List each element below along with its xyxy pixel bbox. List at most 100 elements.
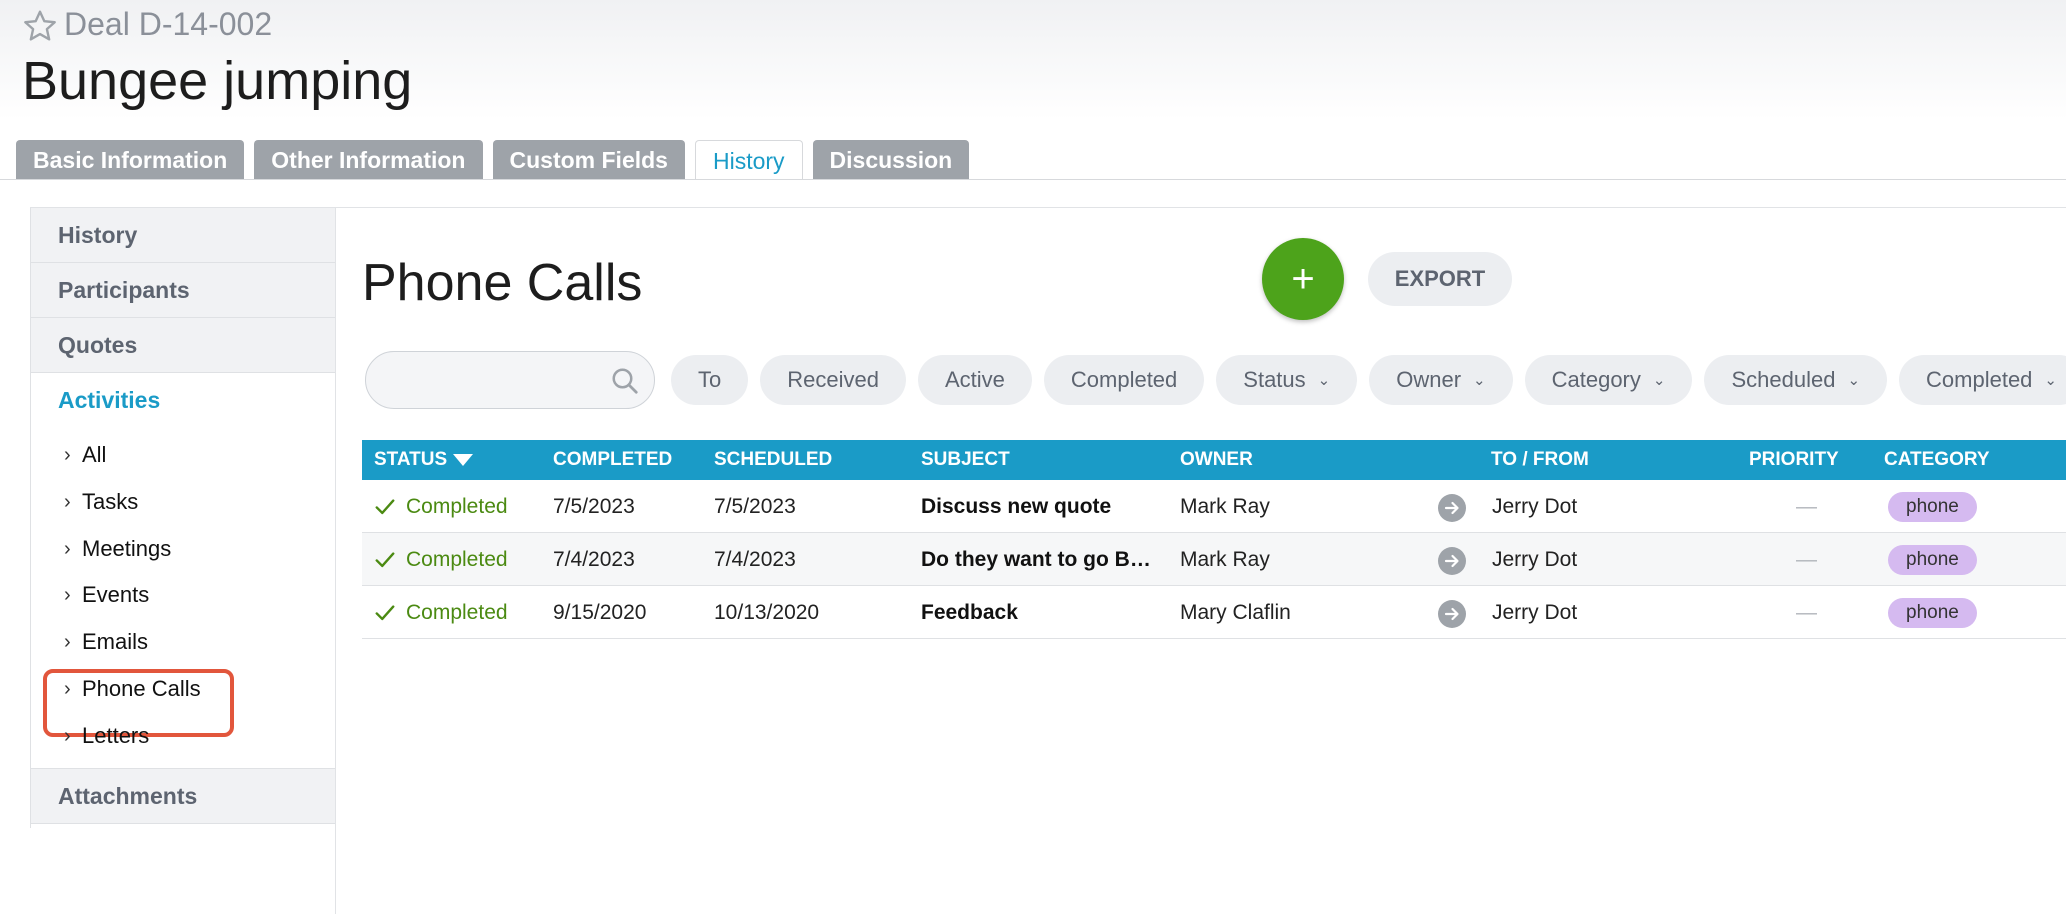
sub-item-tasks[interactable]: › Tasks — [31, 479, 336, 526]
owner-name: Mark Ray — [1180, 548, 1270, 571]
owner-name: Mark Ray — [1180, 495, 1270, 518]
sub-item-events[interactable]: › Events — [31, 572, 336, 619]
subject-link[interactable]: Do they want to go Bu… — [921, 533, 1151, 586]
filter-completed[interactable]: Completed — [1043, 355, 1205, 405]
status-cell: Completed — [374, 533, 508, 586]
tab-other-information[interactable]: Other Information — [254, 140, 483, 180]
search-input[interactable] — [365, 351, 655, 409]
status-text: Completed — [406, 548, 508, 571]
filter-completed-dropdown[interactable]: Completed ⌄ — [1899, 355, 2066, 405]
sub-item-label: Letters — [82, 722, 150, 748]
check-icon — [375, 605, 395, 621]
sidebar-item-history[interactable]: History — [31, 208, 336, 263]
filter-active[interactable]: Active — [917, 355, 1032, 405]
scheduled-date: 7/5/2023 — [714, 495, 796, 518]
chevron-down-icon: ⌄ — [1847, 372, 1861, 390]
sub-item-phone-calls[interactable]: › Phone Calls — [31, 666, 336, 737]
table-row[interactable]: Completed 9/15/2020 10/13/2020 Feedback … — [362, 586, 2066, 639]
chevron-right-icon: › — [64, 677, 71, 700]
sub-item-letters[interactable]: › Letters — [31, 713, 336, 760]
subject-link[interactable]: Discuss new quote — [921, 480, 1151, 533]
filter-owner-dropdown[interactable]: Owner ⌄ — [1369, 355, 1513, 405]
filter-received[interactable]: Received — [760, 355, 906, 405]
priority-value: — — [1796, 601, 1817, 624]
phone-calls-table: STATUS COMPLETED SCHEDULED SUBJECT OWNER… — [362, 440, 2066, 639]
filter-status-dropdown[interactable]: Status ⌄ — [1216, 355, 1358, 405]
column-header-status[interactable]: STATUS — [374, 440, 474, 480]
filter-label: Category — [1551, 367, 1641, 392]
to-from-name[interactable]: Jerry Dot — [1492, 480, 1577, 533]
sidebar-item-participants[interactable]: Participants — [31, 263, 336, 318]
sub-item-label: Events — [82, 582, 150, 608]
filter-label: Status — [1243, 367, 1306, 392]
column-header-owner[interactable]: OWNER — [1180, 440, 1253, 480]
sub-item-label: Phone Calls — [82, 675, 201, 701]
arrow-right-icon — [1438, 600, 1466, 628]
sub-item-meetings[interactable]: › Meetings — [31, 526, 336, 573]
status-cell: Completed — [374, 480, 508, 533]
check-icon — [375, 552, 395, 568]
to-from-name[interactable]: Jerry Dot — [1492, 586, 1577, 639]
status-text: Completed — [406, 495, 508, 518]
table-header: STATUS COMPLETED SCHEDULED SUBJECT OWNER… — [362, 440, 2066, 480]
filter-scheduled-dropdown[interactable]: Scheduled ⌄ — [1704, 355, 1888, 405]
sidebar-item-attachments[interactable]: Attachments — [31, 768, 336, 824]
sub-item-label: All — [82, 442, 107, 467]
tab-basic-information[interactable]: Basic Information — [16, 140, 245, 180]
check-icon — [375, 499, 395, 515]
chevron-right-icon: › — [64, 537, 71, 560]
scheduled-date: 10/13/2020 — [714, 601, 820, 624]
tab-discussion[interactable]: Discussion — [812, 140, 970, 180]
sub-item-label: Emails — [82, 629, 149, 655]
sidebar-item-activities[interactable]: Activities — [31, 373, 336, 428]
sidebar: History Participants Quotes Activities ›… — [30, 208, 336, 828]
chevron-right-icon: › — [64, 490, 71, 513]
column-header-to-from[interactable]: TO / FROM — [1491, 440, 1589, 480]
chevron-right-icon: › — [64, 444, 71, 466]
sub-item-emails[interactable]: › Emails — [31, 619, 336, 666]
arrow-right-icon — [1438, 494, 1466, 522]
subject-link[interactable]: Feedback — [921, 586, 1151, 639]
add-button[interactable]: + — [1262, 238, 1344, 320]
chevron-down-icon: ⌄ — [1473, 372, 1486, 390]
priority-value: — — [1796, 548, 1817, 571]
deal-id: Deal D-14-002 — [64, 6, 273, 42]
column-header-priority[interactable]: PRIORITY — [1749, 440, 1839, 480]
page-title: Bungee jumping — [22, 51, 413, 111]
activities-sub-list: › All › Tasks › Meetings › Events › Emai… — [31, 428, 336, 769]
completed-date: 7/4/2023 — [553, 548, 635, 571]
category-badge: phone — [1888, 492, 1977, 522]
star-icon[interactable] — [22, 8, 58, 44]
scheduled-date: 7/4/2023 — [714, 548, 796, 571]
filter-label: Scheduled — [1731, 367, 1836, 392]
status-text: Completed — [406, 601, 508, 624]
column-header-category[interactable]: CATEGORY — [1884, 440, 1990, 480]
sidebar-item-quotes[interactable]: Quotes — [31, 318, 336, 373]
tab-history[interactable]: History — [694, 140, 803, 180]
search-icon[interactable] — [610, 366, 640, 396]
sidebar-divider — [335, 208, 336, 914]
to-from-name[interactable]: Jerry Dot — [1492, 533, 1577, 586]
tab-divider — [0, 179, 2066, 180]
table-row[interactable]: Completed 7/4/2023 7/4/2023 Do they want… — [362, 533, 2066, 586]
column-header-subject[interactable]: SUBJECT — [921, 440, 1010, 480]
column-header-completed[interactable]: COMPLETED — [553, 440, 672, 480]
priority-value: — — [1796, 495, 1817, 518]
column-label: STATUS — [374, 449, 448, 470]
chevron-right-icon: › — [64, 724, 71, 747]
filter-to[interactable]: To — [671, 355, 749, 405]
filter-bar: To Received Active Completed Status ⌄ Own… — [365, 351, 2066, 409]
filter-category-dropdown[interactable]: Category ⌄ — [1524, 355, 1693, 405]
sub-item-all[interactable]: › All — [31, 432, 336, 479]
deal-header: Deal D-14-002 Bungee jumping Basic Infor… — [0, 0, 2066, 180]
chevron-down-icon: ⌄ — [1652, 372, 1666, 390]
column-header-scheduled[interactable]: SCHEDULED — [714, 440, 832, 480]
category-badge: phone — [1888, 598, 1977, 628]
sub-item-label: Tasks — [82, 488, 139, 514]
export-button[interactable]: EXPORT — [1368, 252, 1512, 306]
tab-bar: Basic Information Other Information Cust… — [16, 140, 979, 180]
table-row[interactable]: Completed 7/5/2023 7/5/2023 Discuss new … — [362, 480, 2066, 533]
tab-custom-fields[interactable]: Custom Fields — [492, 140, 685, 180]
sort-desc-icon — [453, 453, 474, 466]
category-badge: phone — [1888, 545, 1977, 575]
